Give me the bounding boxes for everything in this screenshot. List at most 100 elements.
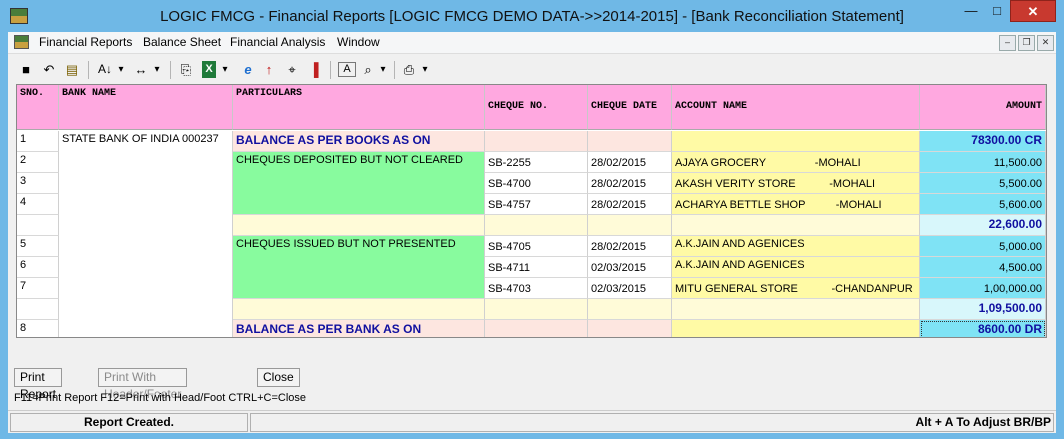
print-dropdown-icon[interactable]: ▾ [420,61,430,78]
cheque-date-cell[interactable]: 28/02/2015 [588,194,672,215]
col-header-sno[interactable]: SNO. [17,85,59,130]
amount-cell[interactable]: 5,500.00 [920,173,1046,194]
account-cell[interactable]: A.K.JAIN AND AGENICES [672,236,920,257]
account-cell[interactable] [672,215,920,236]
cheque-no-cell[interactable]: SB-4711 [485,257,588,278]
sno-cell[interactable]: 3 [17,173,59,194]
cheque-no-cell[interactable] [485,215,588,236]
amount-cell[interactable]: 5,000.00 [920,236,1046,257]
cheque-date-cell[interactable] [588,131,672,152]
balance-bank-amount[interactable]: 8600.00 DR [920,320,1046,337]
menu-financial-analysis[interactable]: Financial Analysis [230,35,325,49]
excel-icon[interactable]: X [202,61,216,78]
cheque-no-cell[interactable]: SB-4757 [485,194,588,215]
group-issued-label[interactable]: CHEQUES ISSUED BUT NOT PRESENTED [233,236,485,299]
col-header-cheque-no[interactable]: CHEQUE NO. [485,85,588,130]
mdi-minimize-button[interactable]: – [999,35,1016,51]
column-width-icon[interactable]: ↔ [132,61,150,78]
title-bar[interactable]: LOGIC FMCG - Financial Reports [LOGIC FM… [0,0,1064,32]
balance-books-label[interactable]: BALANCE AS PER BOOKS AS ON [233,131,485,152]
print-preview-icon[interactable]: ⌕ [360,61,376,78]
print-with-header-button[interactable]: Print With Header/Footer [98,368,188,401]
find-icon[interactable]: ⌖ [284,61,300,78]
up-arrow-icon[interactable]: ↑ [262,61,276,78]
particulars-cell[interactable] [233,299,485,320]
account-cell[interactable] [672,131,920,152]
col-header-account[interactable]: ACCOUNT NAME [672,85,920,130]
cheque-no-cell[interactable] [485,131,588,152]
account-cell[interactable]: AKASH VERITY STORE -MOHALI [672,173,920,194]
undo-icon[interactable]: ↶ [42,61,56,78]
sno-cell[interactable] [17,215,59,236]
account-cell[interactable]: A.K.JAIN AND AGENICES [672,257,920,278]
sno-cell[interactable]: 1 [17,131,59,152]
col-header-amount[interactable]: AMOUNT [920,85,1046,130]
cheque-date-cell[interactable]: 28/02/2015 [588,236,672,257]
cheque-date-cell[interactable]: 28/02/2015 [588,152,672,173]
account-cell[interactable] [672,320,920,337]
account-cell[interactable]: AJAYA GROCERY -MOHALI [672,152,920,173]
cheque-no-cell[interactable]: SB-4703 [485,278,588,299]
cheque-date-cell[interactable] [588,320,672,337]
mdi-close-button[interactable]: ✕ [1037,35,1054,51]
cheque-no-cell[interactable]: SB-4700 [485,173,588,194]
cheque-date-cell[interactable] [588,215,672,236]
amount-cell[interactable]: 4,500.00 [920,257,1046,278]
cheque-date-cell[interactable]: 02/03/2015 [588,278,672,299]
amount-cell[interactable]: 11,500.00 [920,152,1046,173]
menu-financial-reports[interactable]: Financial Reports [39,35,132,49]
column-dropdown-icon[interactable]: ▾ [152,61,162,78]
save-icon[interactable]: ■ [19,61,33,78]
bank-name-cell[interactable]: STATE BANK OF INDIA 000237 [59,131,233,337]
cheque-date-cell[interactable]: 02/03/2015 [588,257,672,278]
sno-cell[interactable]: 5 [17,236,59,257]
maximize-button[interactable]: □ [984,0,1010,22]
menu-window[interactable]: Window [337,35,380,49]
browser-icon[interactable]: e [240,61,256,78]
minimize-button[interactable]: — [958,0,984,22]
amount-cell[interactable]: 5,600.00 [920,194,1046,215]
subtotal-issued[interactable]: 1,09,500.00 [920,299,1046,320]
mdi-restore-button[interactable]: ❐ [1018,35,1035,51]
menu-balance-sheet[interactable]: Balance Sheet [143,35,221,49]
sno-cell[interactable] [17,299,59,320]
close-button[interactable]: Close [257,368,300,387]
col-header-bank[interactable]: BANK NAME [59,85,233,130]
amount-cell[interactable]: 1,00,000.00 [920,278,1046,299]
cheque-no-cell[interactable]: SB-2255 [485,152,588,173]
particulars-cell[interactable] [233,215,485,236]
cheque-date-cell[interactable] [588,299,672,320]
col-header-particulars[interactable]: PARTICULARS [233,85,485,130]
font-icon[interactable]: A [338,62,356,77]
balance-books-amount[interactable]: 78300.00 CR [920,131,1046,152]
copy-icon[interactable]: ⎘ [178,61,194,78]
sno-cell[interactable]: 7 [17,278,59,299]
chart-icon[interactable]: ▐ [306,61,322,78]
col-header-cheque-date[interactable]: CHEQUE DATE [588,85,672,130]
account-cell[interactable]: ACHARYA BETTLE SHOP -MOHALI [672,194,920,215]
excel-dropdown-icon[interactable]: ▾ [220,61,230,78]
sno-cell[interactable]: 6 [17,257,59,278]
group-deposited-label[interactable]: CHEQUES DEPOSITED BUT NOT CLEARED [233,152,485,215]
sno-cell[interactable]: 4 [17,194,59,215]
subtotal-deposited[interactable]: 22,600.00 [920,215,1046,236]
menu-bar: Financial Reports Balance Sheet Financia… [8,32,1056,54]
account-cell[interactable] [672,299,920,320]
print-icon[interactable]: ⎙ [400,61,418,78]
report-grid[interactable]: SNO. BANK NAME PARTICULARS CHEQUE NO. CH… [16,84,1047,338]
cheque-date-cell[interactable]: 28/02/2015 [588,173,672,194]
balance-bank-label[interactable]: BALANCE AS PER BANK AS ON [233,320,485,337]
sort-dropdown-icon[interactable]: ▾ [116,61,126,78]
sort-icon[interactable]: A↓ [94,61,116,78]
cheque-no-cell[interactable] [485,320,588,337]
document-icon[interactable] [14,35,29,49]
print-report-button[interactable]: Print Report [14,368,63,401]
sno-cell[interactable]: 8 [17,320,59,337]
sno-cell[interactable]: 2 [17,152,59,173]
preview-dropdown-icon[interactable]: ▾ [378,61,388,78]
account-cell[interactable]: MITU GENERAL STORE -CHANDANPUR [672,278,920,299]
close-window-button[interactable]: ✕ [1010,0,1056,22]
cheque-no-cell[interactable]: SB-4705 [485,236,588,257]
open-report-icon[interactable]: ▤ [64,61,80,78]
cheque-no-cell[interactable] [485,299,588,320]
